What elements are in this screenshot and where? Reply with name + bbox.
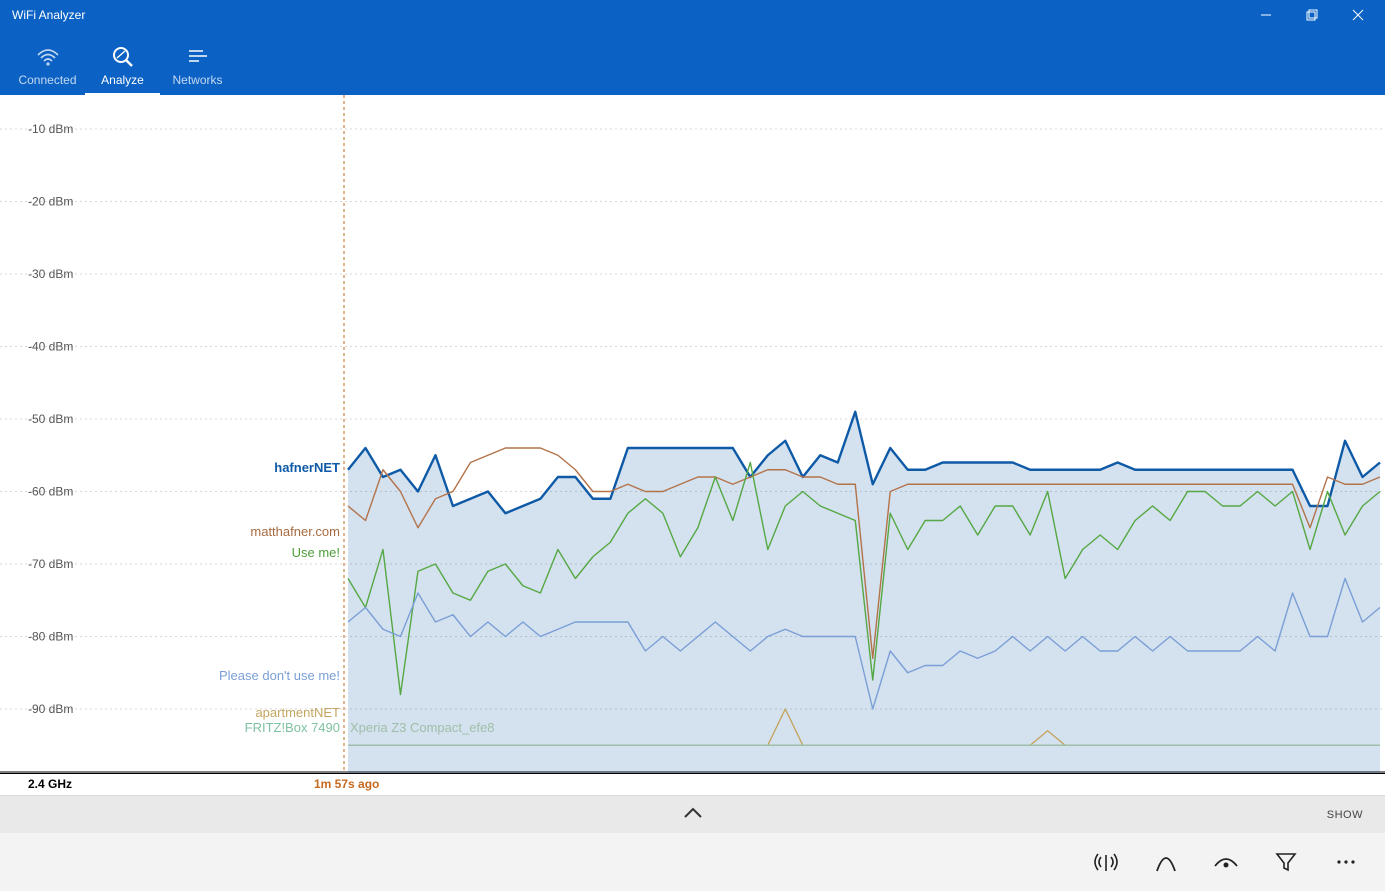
minimize-icon bbox=[1260, 9, 1272, 21]
svg-text:-60 dBm: -60 dBm bbox=[28, 485, 73, 499]
filter-button[interactable] bbox=[1257, 839, 1315, 885]
svg-text:-10 dBm: -10 dBm bbox=[28, 122, 73, 136]
signal-icon bbox=[1093, 851, 1119, 873]
signal-strength-button[interactable] bbox=[1077, 839, 1135, 885]
series-label-apartmentnet: apartmentNET bbox=[0, 705, 340, 720]
bottom-toolbar bbox=[0, 833, 1385, 891]
series-label-dontuseme: Please don't use me! bbox=[0, 668, 340, 683]
series-label-matthafner: matthafner.com bbox=[0, 524, 340, 539]
analyze-icon bbox=[111, 45, 135, 69]
restore-button[interactable] bbox=[1289, 0, 1335, 30]
networks-icon bbox=[186, 45, 210, 69]
wifi-icon bbox=[36, 45, 60, 69]
band-label: 2.4 GHz bbox=[28, 777, 72, 791]
svg-text:-40 dBm: -40 dBm bbox=[28, 340, 73, 354]
close-icon bbox=[1352, 9, 1364, 21]
show-label: SHOW bbox=[1327, 809, 1363, 821]
eye-icon bbox=[1213, 852, 1239, 872]
svg-text:-50 dBm: -50 dBm bbox=[28, 412, 73, 426]
svg-text:-80 dBm: -80 dBm bbox=[28, 630, 73, 644]
app-title: WiFi Analyzer bbox=[12, 8, 1243, 22]
tab-networks[interactable]: Networks bbox=[160, 30, 235, 95]
series-label-fritzbox: FRITZ!Box 7490 bbox=[0, 720, 340, 735]
chevron-up-icon bbox=[683, 806, 703, 824]
expand-bar[interactable]: SHOW bbox=[0, 795, 1385, 833]
series-label-hafnernet: hafnerNET bbox=[0, 460, 340, 475]
tab-connected[interactable]: Connected bbox=[10, 30, 85, 95]
window-controls bbox=[1243, 0, 1381, 30]
restore-icon bbox=[1306, 9, 1318, 21]
channel-icon bbox=[1154, 851, 1178, 873]
close-button[interactable] bbox=[1335, 0, 1381, 30]
titlebar: WiFi Analyzer bbox=[0, 0, 1385, 30]
channel-button[interactable] bbox=[1137, 839, 1195, 885]
tab-label: Analyze bbox=[101, 73, 144, 87]
svg-text:-20 dBm: -20 dBm bbox=[28, 195, 73, 209]
more-button[interactable] bbox=[1317, 839, 1375, 885]
more-icon bbox=[1335, 858, 1357, 866]
series-label-useme: Use me! bbox=[0, 545, 340, 560]
chart-footer: 2.4 GHz 1m 57s ago bbox=[0, 773, 1385, 795]
navbar: Connected Analyze Networks bbox=[0, 30, 1385, 95]
tab-label: Networks bbox=[172, 73, 222, 87]
tab-label: Connected bbox=[18, 73, 76, 87]
filter-icon bbox=[1275, 851, 1297, 873]
time-marker-label: 1m 57s ago bbox=[314, 777, 379, 791]
svg-text:-30 dBm: -30 dBm bbox=[28, 267, 73, 281]
tab-analyze[interactable]: Analyze bbox=[85, 30, 160, 95]
series-label-xperia: Xperia Z3 Compact_efe8 bbox=[350, 720, 550, 735]
view-button[interactable] bbox=[1197, 839, 1255, 885]
minimize-button[interactable] bbox=[1243, 0, 1289, 30]
signal-chart: -10 dBm -20 dBm -30 dBm -40 dBm -50 dBm -60 d… bbox=[0, 95, 1385, 773]
